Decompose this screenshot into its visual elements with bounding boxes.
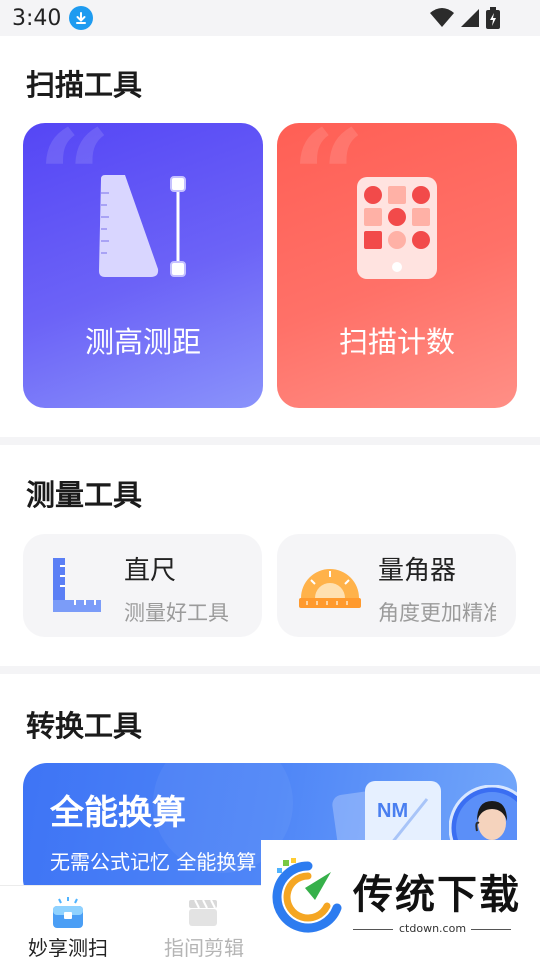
watermark: 传统下载 ctdown.com (261, 840, 540, 960)
protractor-icon (299, 569, 361, 608)
section-divider (0, 437, 540, 445)
status-bar: 3:40 (0, 0, 540, 36)
banner-title: 全能换算 (50, 793, 186, 833)
watermark-text: 传统下载 (353, 872, 521, 918)
clapper-icon (189, 899, 217, 926)
protractor-title: 量角器 (378, 556, 457, 586)
protractor-card[interactable]: 量角器 角度更加精准 (277, 534, 516, 637)
ruler-icon (53, 558, 101, 612)
scan-count-icon (357, 177, 437, 279)
section-title-convert: 转换工具 (26, 709, 143, 743)
watermark-line (353, 929, 393, 930)
banner-subtitle: 无需公式记忆 全能换算 (50, 850, 257, 874)
section-title-measure: 测量工具 (26, 478, 143, 512)
card-label: 测高测距 (84, 325, 201, 359)
tab-label: 妙享测扫 (28, 936, 108, 960)
toolbox-icon (53, 897, 83, 928)
watermark-line (471, 929, 511, 930)
tab-label: 指间剪辑 (164, 936, 244, 960)
tab-zhijian[interactable]: 指间剪辑 (136, 886, 272, 960)
ruler-subtitle: 测量好工具 (124, 601, 229, 625)
download-icon (69, 6, 94, 30)
signal-icon (460, 8, 480, 32)
protractor-subtitle: 角度更加精准 (378, 601, 496, 625)
scan-count-card[interactable]: “ 扫描计数 (277, 123, 517, 408)
ruler-card[interactable]: 直尺 测量好工具 (23, 534, 262, 637)
ruler-title: 直尺 (124, 556, 177, 586)
section-divider (0, 666, 540, 674)
battery-icon (486, 7, 500, 33)
height-distance-card[interactable]: “ 测高测距 (23, 123, 263, 408)
unit-badge: NM (377, 800, 408, 822)
watermark-url: ctdown.com (399, 922, 467, 935)
height-distance-icon (99, 175, 186, 277)
tab-miaoxiang[interactable]: 妙享测扫 (0, 886, 136, 960)
section-title-scan: 扫描工具 (26, 68, 143, 102)
wifi-icon (430, 8, 454, 32)
card-label: 扫描计数 (338, 325, 455, 359)
watermark-logo (272, 858, 342, 933)
status-time: 3:40 (12, 5, 62, 31)
